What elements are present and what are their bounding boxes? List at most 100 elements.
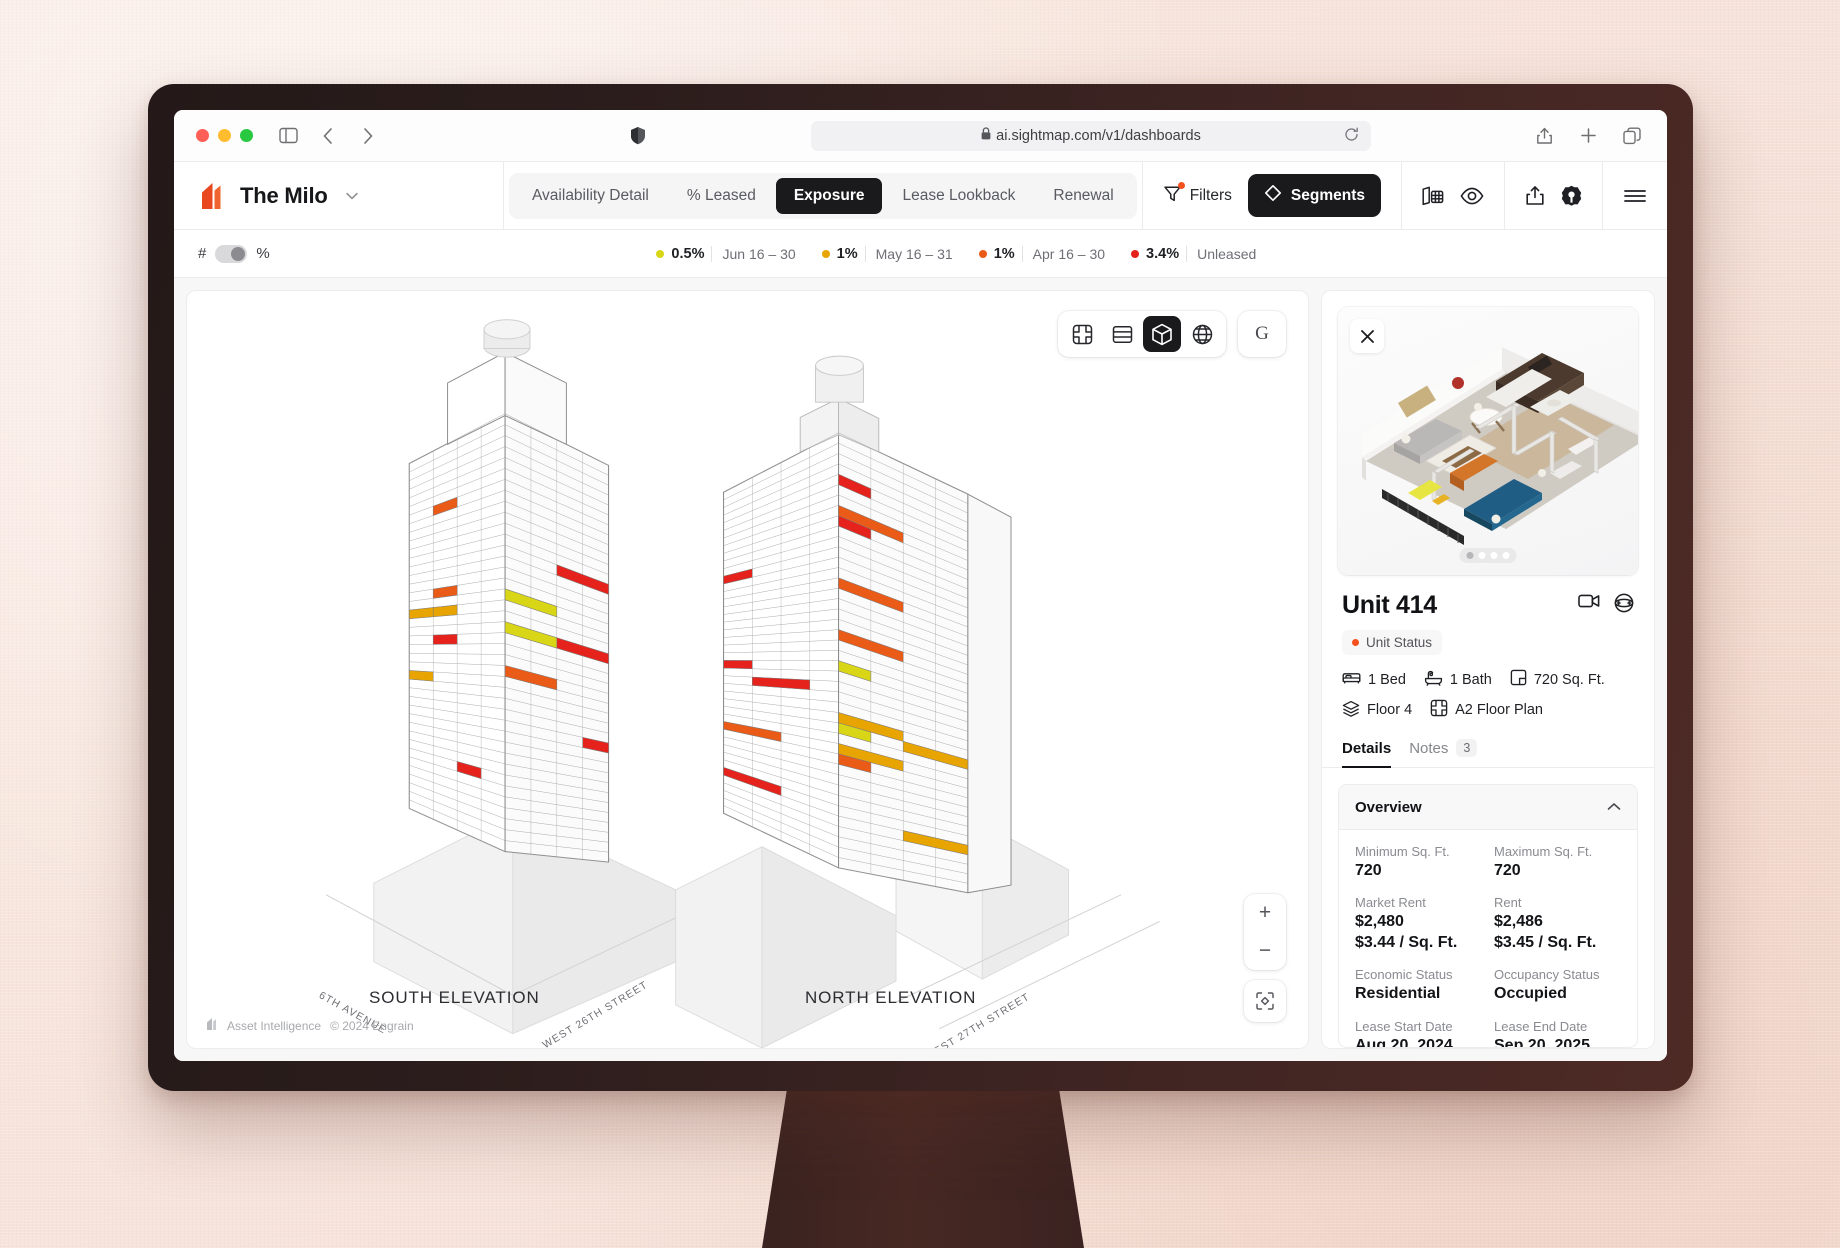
unit-beds-label: 1 Bed	[1368, 671, 1406, 688]
url-text: ai.sightmap.com/v1/dashboards	[996, 127, 1201, 144]
carousel-dot[interactable]	[1502, 552, 1510, 559]
field-value: 720	[1355, 862, 1382, 879]
export-settings-group	[1504, 162, 1602, 229]
north-tower[interactable]	[675, 355, 1160, 1048]
recenter-target-icon[interactable]	[1244, 980, 1286, 1022]
hamburger-menu-icon[interactable]	[1623, 188, 1647, 204]
zoom-out-button[interactable]: −	[1244, 932, 1286, 970]
carousel-dot[interactable]	[1490, 552, 1498, 559]
address-bar[interactable]: ai.sightmap.com/v1/dashboards	[811, 120, 1371, 151]
tab-details[interactable]: Details	[1342, 740, 1392, 768]
legend-color-swatch	[821, 249, 830, 258]
carousel-dot[interactable]	[1466, 552, 1474, 559]
legend-item-jun[interactable]: 0.5% Jun 16 – 30	[643, 245, 808, 262]
field-maximum-sqft: Maximum Sq. Ft. 720	[1494, 844, 1621, 881]
tab-availability-detail[interactable]: Availability Detail	[514, 178, 667, 214]
tab-notes[interactable]: Notes 3	[1409, 739, 1478, 767]
attribution-copyright: © 2024 Engrain	[330, 1018, 414, 1033]
unit-media-icons	[1578, 593, 1634, 618]
filters-button[interactable]: Filters	[1163, 181, 1232, 208]
tab-lease-lookback[interactable]: Lease Lookback	[884, 178, 1033, 214]
reload-icon[interactable]	[1344, 127, 1359, 145]
unit-floorplan-hero[interactable]	[1338, 307, 1638, 575]
unit-title-row: Unit 414	[1342, 591, 1634, 620]
plus-icon[interactable]	[1575, 123, 1601, 149]
legend-item-may[interactable]: 1% May 16 – 31	[809, 245, 966, 262]
bed-icon	[1342, 670, 1361, 689]
close-icon[interactable]	[1350, 319, 1384, 353]
south-tower[interactable]	[325, 319, 729, 1035]
360-view-icon[interactable]	[1614, 593, 1634, 618]
legend-color-swatch	[1131, 249, 1140, 258]
share-icon[interactable]	[1531, 123, 1557, 149]
floorplan-view-icon[interactable]	[1063, 316, 1101, 352]
unit-cell[interactable]	[408, 670, 434, 682]
minimize-window-button[interactable]	[218, 129, 231, 142]
field-rent: Rent $2,486 $3.45 / Sq. Ft.	[1494, 895, 1621, 953]
stack-view-icon[interactable]	[1103, 316, 1141, 352]
unit-detail-scroll[interactable]: Unit 414 Unit Status 1 Bed 1 Bath 720 Sq…	[1322, 291, 1654, 1048]
legend-color-swatch	[656, 249, 665, 258]
property-selector[interactable]: The Milo	[174, 162, 504, 229]
overview-header[interactable]: Overview	[1339, 785, 1637, 830]
zoom-in-button[interactable]: +	[1244, 894, 1286, 932]
three-d-view-icon[interactable]	[1143, 316, 1181, 352]
window-traffic-lights[interactable]	[196, 129, 253, 142]
status-dot	[1352, 639, 1359, 646]
legend-item-unleased[interactable]: 3.4% Unleased	[1118, 245, 1269, 262]
toggle-switch[interactable]	[215, 244, 248, 263]
chevron-up-icon[interactable]	[1607, 798, 1621, 816]
tab-details-label: Details	[1342, 740, 1392, 757]
unit-cell[interactable]	[432, 634, 458, 645]
overview-card: Overview Minimum Sq. Ft. 720 Maximum Sq.…	[1338, 784, 1638, 1048]
legend-percent: 1%	[836, 245, 858, 262]
forward-chevron-icon[interactable]	[355, 123, 381, 149]
filter-icon	[1163, 181, 1185, 208]
building-map-canvas[interactable]: G 6TH AVENUE WEST 26TH STREET WEST 27TH …	[186, 290, 1309, 1049]
legend-item-apr[interactable]: 1% Apr 16 – 30	[966, 245, 1118, 262]
count-percent-toggle[interactable]: # %	[198, 244, 270, 263]
segments-button[interactable]: Segments	[1247, 174, 1381, 217]
unit-beds: 1 Bed	[1342, 670, 1406, 689]
share-export-icon[interactable]	[1525, 185, 1545, 206]
settings-gear-icon[interactable]	[1561, 185, 1582, 206]
legend-panel-icon[interactable]	[1422, 186, 1444, 206]
legend-percent: 0.5%	[671, 245, 705, 262]
field-value: Sep 20, 2025	[1494, 1036, 1591, 1048]
sidebar-toggle-icon[interactable]	[275, 123, 301, 149]
status-label: Unit Status	[1366, 635, 1433, 650]
video-tour-icon[interactable]	[1578, 593, 1600, 618]
legend-label: Unleased	[1186, 245, 1256, 262]
carousel-dots[interactable]	[1459, 548, 1517, 563]
field-value: Aug 20, 2024	[1355, 1036, 1453, 1048]
google-street-view-button[interactable]: G	[1243, 316, 1281, 352]
close-window-button[interactable]	[196, 129, 209, 142]
field-occupancy-status: Occupancy Status Occupied	[1494, 967, 1621, 1004]
carousel-dot[interactable]	[1478, 552, 1486, 559]
field-label: Lease Start Date	[1355, 1018, 1453, 1034]
copy-tabs-icon[interactable]	[1619, 123, 1645, 149]
shield-icon[interactable]	[625, 123, 651, 149]
unit-floor-label: Floor 4	[1367, 702, 1413, 718]
tab-renewal[interactable]: Renewal	[1035, 178, 1131, 214]
tab-exposure[interactable]: Exposure	[775, 177, 883, 214]
status-badge[interactable]: Unit Status	[1342, 630, 1443, 655]
unit-cell[interactable]	[723, 660, 753, 670]
field-economic-status: Economic Status Residential	[1355, 967, 1482, 1004]
back-chevron-icon[interactable]	[315, 123, 341, 149]
maximize-window-button[interactable]	[240, 129, 253, 142]
tab-percent-leased[interactable]: % Leased	[669, 178, 774, 214]
chevron-down-icon[interactable]	[345, 188, 358, 203]
dashboard-tabs-area: Availability Detail % Leased Exposure Le…	[504, 162, 1142, 229]
app-header: The Milo Availability Detail % Leased Ex…	[174, 162, 1667, 230]
field-value: $2,486 $3.45 / Sq. Ft.	[1494, 913, 1597, 951]
menu-group	[1602, 162, 1667, 229]
google-view-group: G	[1238, 311, 1286, 357]
field-value: 720	[1494, 862, 1521, 879]
field-label: Occupancy Status	[1494, 967, 1600, 983]
overview-fields: Minimum Sq. Ft. 720 Maximum Sq. Ft. 720 …	[1339, 830, 1637, 1048]
globe-view-icon[interactable]	[1183, 316, 1221, 352]
eye-visibility-icon[interactable]	[1460, 187, 1484, 205]
field-value: Residential	[1355, 985, 1441, 1003]
view-mode-toolbar: G	[1058, 311, 1286, 357]
